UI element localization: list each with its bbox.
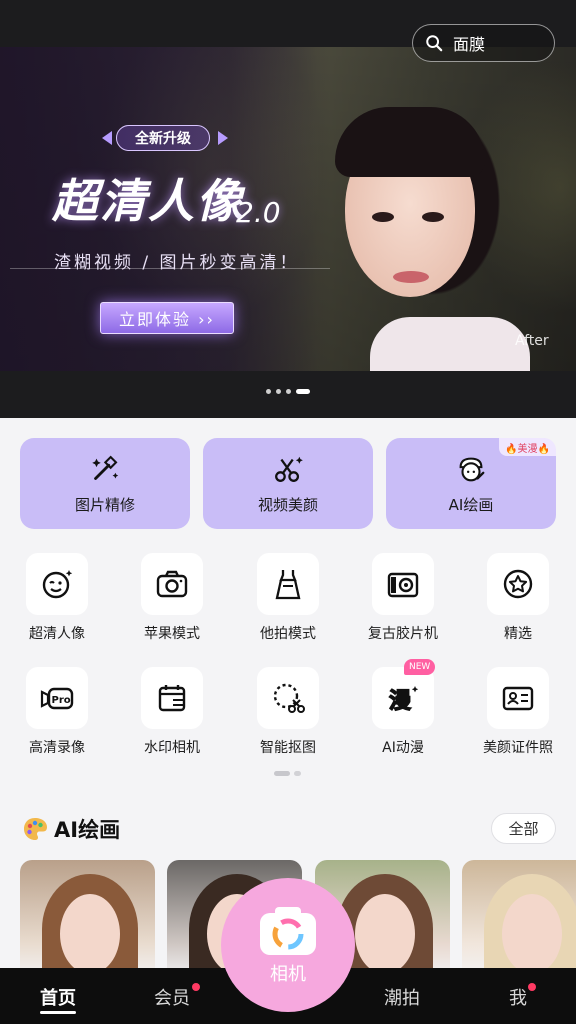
pro-video-icon: Pro: [40, 687, 74, 710]
camera-button[interactable]: 相机: [221, 878, 355, 1012]
film-camera-icon: [387, 572, 419, 598]
ai-art-thumbnail[interactable]: [20, 860, 155, 980]
feature-photo-retouch[interactable]: 图片精修: [20, 438, 190, 529]
scissors-icon: [275, 456, 303, 482]
section-title: AI绘画: [54, 818, 121, 842]
tool-ai-anime[interactable]: NEW 漫 AI动漫: [348, 659, 458, 757]
carousel-indicator: [266, 389, 310, 394]
wink-face-icon: [42, 570, 73, 599]
tool-featured[interactable]: 精选: [463, 553, 573, 643]
tool-id-photo[interactable]: 美颜证件照: [463, 667, 573, 757]
cutout-icon: [273, 683, 305, 713]
new-badge: NEW: [404, 659, 436, 675]
dress-icon: [275, 570, 301, 600]
star-icon: [503, 569, 533, 599]
tool-retro-film[interactable]: 复古胶片机: [348, 553, 458, 643]
feature-ai-painting[interactable]: 🔥美漫🔥 AI绘画: [386, 438, 556, 529]
tool-other-shoot[interactable]: 他拍模式: [233, 553, 343, 643]
tool-apple-mode[interactable]: 苹果模式: [117, 553, 227, 643]
banner-subtitle: 渣糊视频 / 图片秒变高清！: [54, 253, 300, 273]
new-upgrade-tag: 全新升级: [116, 125, 210, 151]
feature-video-beauty[interactable]: 视频美颜: [203, 438, 373, 529]
view-all-button[interactable]: 全部: [491, 813, 556, 844]
palette-icon: [24, 818, 47, 840]
nav-active-indicator: [40, 1011, 76, 1014]
me-notification-dot: [528, 983, 536, 991]
ai-paint-icon: [459, 457, 485, 482]
svg-text:漫: 漫: [389, 689, 411, 714]
watermark-calendar-icon: [158, 685, 186, 712]
try-now-button[interactable]: 立即体验 ››: [100, 302, 234, 334]
svg-text:Pro: Pro: [52, 695, 71, 706]
hot-badge: 🔥美漫🔥: [499, 438, 556, 456]
banner-version: 2.0: [236, 196, 281, 229]
search-icon: [426, 35, 443, 52]
tools-page-indicator: [274, 771, 301, 776]
tool-hd-portrait[interactable]: 超清人像: [2, 553, 112, 643]
banner-title: 超清人像: [52, 174, 244, 228]
search-text: 面膜: [453, 35, 486, 54]
camera-icon: [156, 570, 188, 598]
nav-me[interactable]: 我: [509, 984, 527, 1010]
camera-label: 相机: [270, 964, 306, 985]
app-screen: 全新升级 超清人像 2.0 渣糊视频 / 图片秒变高清！ 立即体验 ›› Aft…: [0, 0, 576, 1024]
id-card-icon: [502, 686, 534, 711]
nav-trend[interactable]: 潮拍: [384, 984, 420, 1010]
nav-home[interactable]: 首页: [40, 984, 76, 1010]
search-input[interactable]: 面膜: [412, 24, 555, 62]
vip-notification-dot: [192, 983, 200, 991]
camera-logo-icon: [260, 907, 316, 955]
ai-anime-icon: 漫: [388, 686, 419, 715]
tool-hd-video[interactable]: Pro 高清录像: [2, 667, 112, 757]
tool-watermark-camera[interactable]: 水印相机: [117, 667, 227, 757]
after-label: After: [515, 333, 549, 349]
nav-vip[interactable]: 会员: [154, 984, 190, 1010]
ai-art-thumbnail[interactable]: [462, 860, 576, 980]
tool-smart-cutout[interactable]: 智能抠图: [233, 667, 343, 757]
section-header: AI绘画: [22, 814, 120, 844]
magic-wand-icon: [92, 455, 119, 480]
